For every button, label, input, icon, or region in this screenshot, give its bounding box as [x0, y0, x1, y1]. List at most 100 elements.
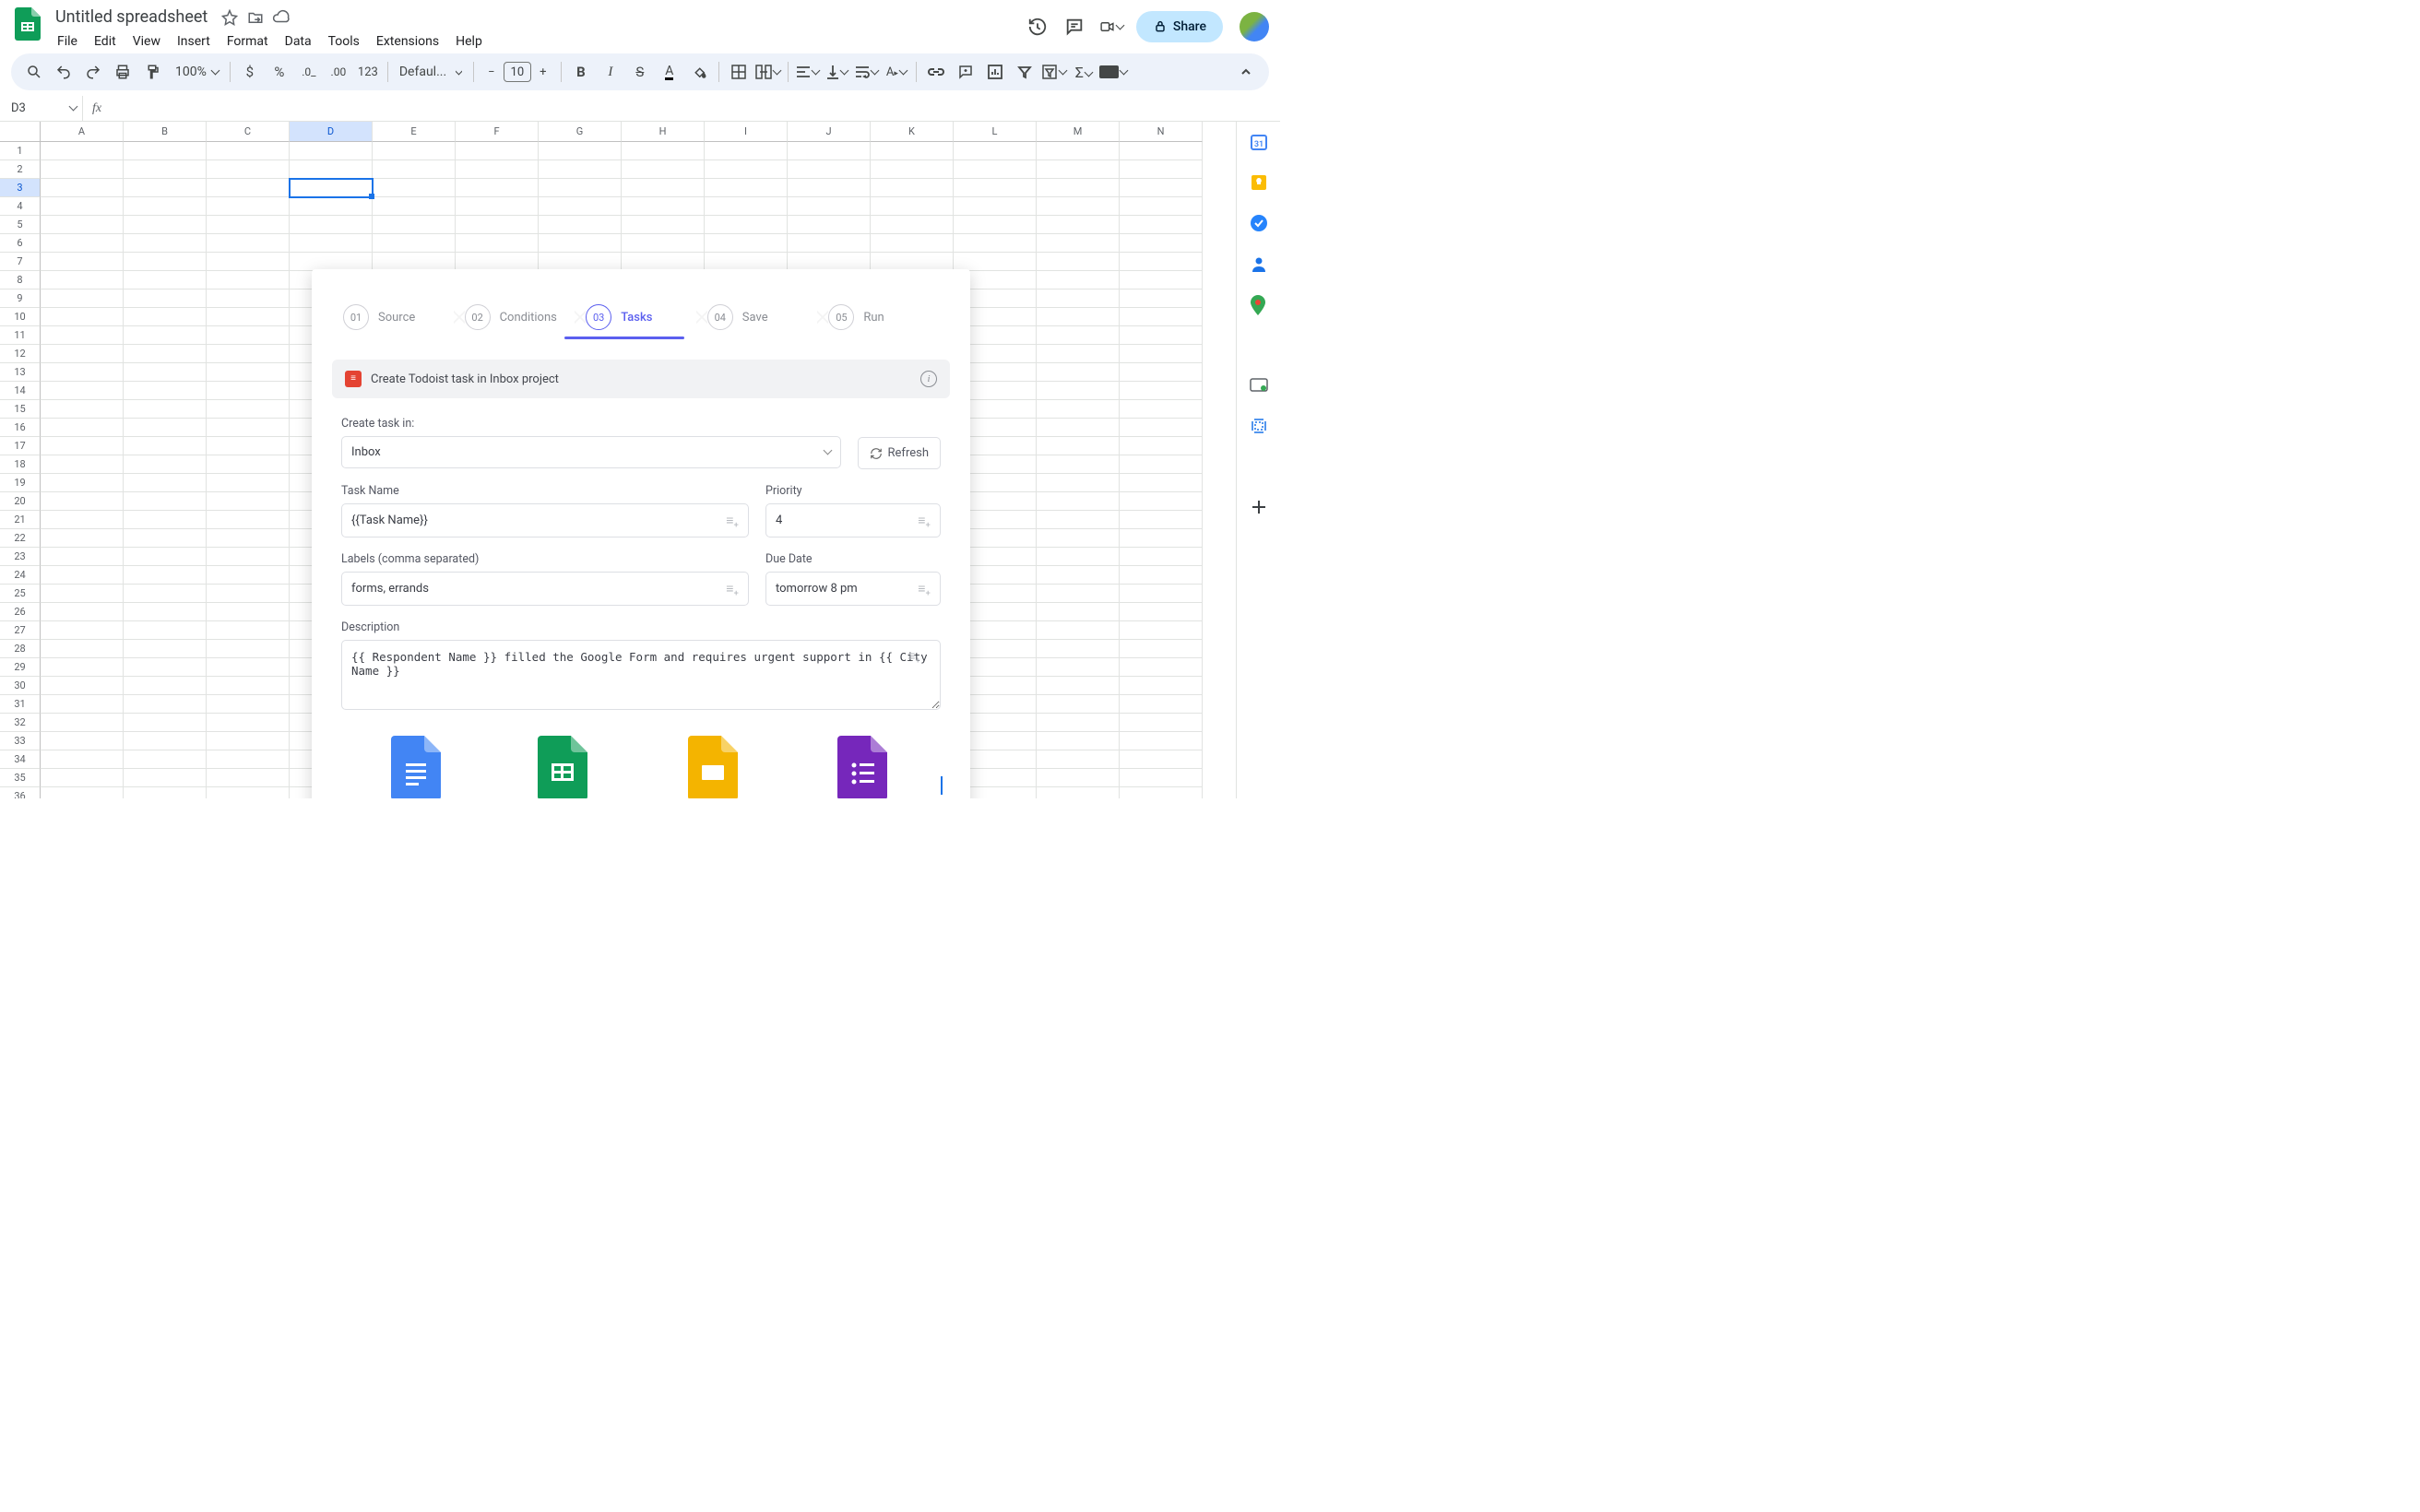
- cell-B13[interactable]: [124, 363, 207, 382]
- step-tasks[interactable]: 03Tasks: [580, 295, 702, 339]
- cell-C13[interactable]: [207, 363, 290, 382]
- step-conditions[interactable]: 02Conditions: [459, 295, 581, 339]
- cell-B6[interactable]: [124, 234, 207, 253]
- cell-N21[interactable]: [1120, 511, 1203, 529]
- cell-B25[interactable]: [124, 585, 207, 603]
- cell-A2[interactable]: [41, 160, 124, 179]
- cell-K6[interactable]: [871, 234, 954, 253]
- cell-A35[interactable]: [41, 769, 124, 787]
- cell-N30[interactable]: [1120, 677, 1203, 695]
- cell-M34[interactable]: [1037, 750, 1120, 769]
- comments-icon[interactable]: [1062, 15, 1086, 39]
- cell-A10[interactable]: [41, 308, 124, 326]
- info-icon[interactable]: i: [920, 371, 937, 387]
- cell-F2[interactable]: [456, 160, 539, 179]
- cell-N32[interactable]: [1120, 714, 1203, 732]
- row-header-4[interactable]: 4: [0, 197, 41, 216]
- menu-edit[interactable]: Edit: [87, 30, 124, 53]
- cell-A23[interactable]: [41, 548, 124, 566]
- cell-N36[interactable]: [1120, 787, 1203, 798]
- filter-icon[interactable]: [1011, 58, 1038, 86]
- cell-A12[interactable]: [41, 345, 124, 363]
- cell-M17[interactable]: [1037, 437, 1120, 455]
- more-formats-icon[interactable]: 123: [354, 58, 382, 86]
- cell-C35[interactable]: [207, 769, 290, 787]
- cell-M14[interactable]: [1037, 382, 1120, 400]
- cell-C9[interactable]: [207, 289, 290, 308]
- cell-F7[interactable]: [456, 253, 539, 271]
- cell-A16[interactable]: [41, 419, 124, 437]
- cell-F6[interactable]: [456, 234, 539, 253]
- cell-C30[interactable]: [207, 677, 290, 695]
- maps-icon[interactable]: [1250, 295, 1268, 313]
- cell-N14[interactable]: [1120, 382, 1203, 400]
- cell-A29[interactable]: [41, 658, 124, 677]
- cell-A21[interactable]: [41, 511, 124, 529]
- filter-views-icon[interactable]: [1040, 58, 1068, 86]
- cell-C7[interactable]: [207, 253, 290, 271]
- menu-help[interactable]: Help: [448, 30, 490, 53]
- menu-format[interactable]: Format: [219, 30, 276, 53]
- cell-B28[interactable]: [124, 640, 207, 658]
- row-header-14[interactable]: 14: [0, 382, 41, 400]
- cell-B26[interactable]: [124, 603, 207, 621]
- sheets-logo-icon[interactable]: [11, 7, 44, 41]
- menu-tools[interactable]: Tools: [321, 30, 367, 53]
- col-header-L[interactable]: L: [954, 122, 1037, 142]
- share-button[interactable]: Share: [1136, 11, 1223, 42]
- description-textarea[interactable]: [341, 640, 941, 710]
- cell-M12[interactable]: [1037, 345, 1120, 363]
- cell-C3[interactable]: [207, 179, 290, 197]
- menu-data[interactable]: Data: [278, 30, 319, 53]
- row-header-3[interactable]: 3: [0, 179, 41, 197]
- insert-variable-icon[interactable]: ≡₊: [908, 648, 920, 664]
- cell-M25[interactable]: [1037, 585, 1120, 603]
- cell-J7[interactable]: [788, 253, 871, 271]
- cell-G6[interactable]: [539, 234, 622, 253]
- decrease-font-size-button[interactable]: −: [480, 58, 504, 86]
- meet-icon[interactable]: [1099, 15, 1123, 39]
- priority-input[interactable]: 4 ≡₊: [765, 503, 941, 537]
- cell-N13[interactable]: [1120, 363, 1203, 382]
- cell-H4[interactable]: [622, 197, 705, 216]
- cell-D3[interactable]: [290, 179, 373, 197]
- cell-A28[interactable]: [41, 640, 124, 658]
- cell-A17[interactable]: [41, 437, 124, 455]
- italic-icon[interactable]: I: [597, 58, 624, 86]
- cell-C17[interactable]: [207, 437, 290, 455]
- cell-A4[interactable]: [41, 197, 124, 216]
- cell-B30[interactable]: [124, 677, 207, 695]
- cell-A30[interactable]: [41, 677, 124, 695]
- cell-H3[interactable]: [622, 179, 705, 197]
- redo-icon[interactable]: [79, 58, 107, 86]
- cell-B34[interactable]: [124, 750, 207, 769]
- cell-L6[interactable]: [954, 234, 1037, 253]
- print-icon[interactable]: [109, 58, 136, 86]
- calendar-icon[interactable]: 31: [1250, 133, 1268, 151]
- cell-B9[interactable]: [124, 289, 207, 308]
- search-menu-icon[interactable]: [20, 58, 48, 86]
- tasks-icon[interactable]: [1250, 214, 1268, 232]
- row-header-33[interactable]: 33: [0, 732, 41, 750]
- cloud-status-icon[interactable]: [272, 8, 291, 27]
- cell-N27[interactable]: [1120, 621, 1203, 640]
- row-header-30[interactable]: 30: [0, 677, 41, 695]
- row-header-12[interactable]: 12: [0, 345, 41, 363]
- cell-B14[interactable]: [124, 382, 207, 400]
- cell-C27[interactable]: [207, 621, 290, 640]
- cell-B10[interactable]: [124, 308, 207, 326]
- cell-A19[interactable]: [41, 474, 124, 492]
- cell-A33[interactable]: [41, 732, 124, 750]
- name-box[interactable]: D3: [6, 96, 83, 121]
- step-save[interactable]: 04Save: [702, 295, 824, 339]
- cell-H1[interactable]: [622, 142, 705, 160]
- cell-N9[interactable]: [1120, 289, 1203, 308]
- cell-M8[interactable]: [1037, 271, 1120, 289]
- row-header-17[interactable]: 17: [0, 437, 41, 455]
- cell-B17[interactable]: [124, 437, 207, 455]
- insert-variable-icon[interactable]: ≡₊: [726, 581, 739, 597]
- cell-I7[interactable]: [705, 253, 788, 271]
- borders-icon[interactable]: [725, 58, 753, 86]
- row-header-22[interactable]: 22: [0, 529, 41, 548]
- cell-N33[interactable]: [1120, 732, 1203, 750]
